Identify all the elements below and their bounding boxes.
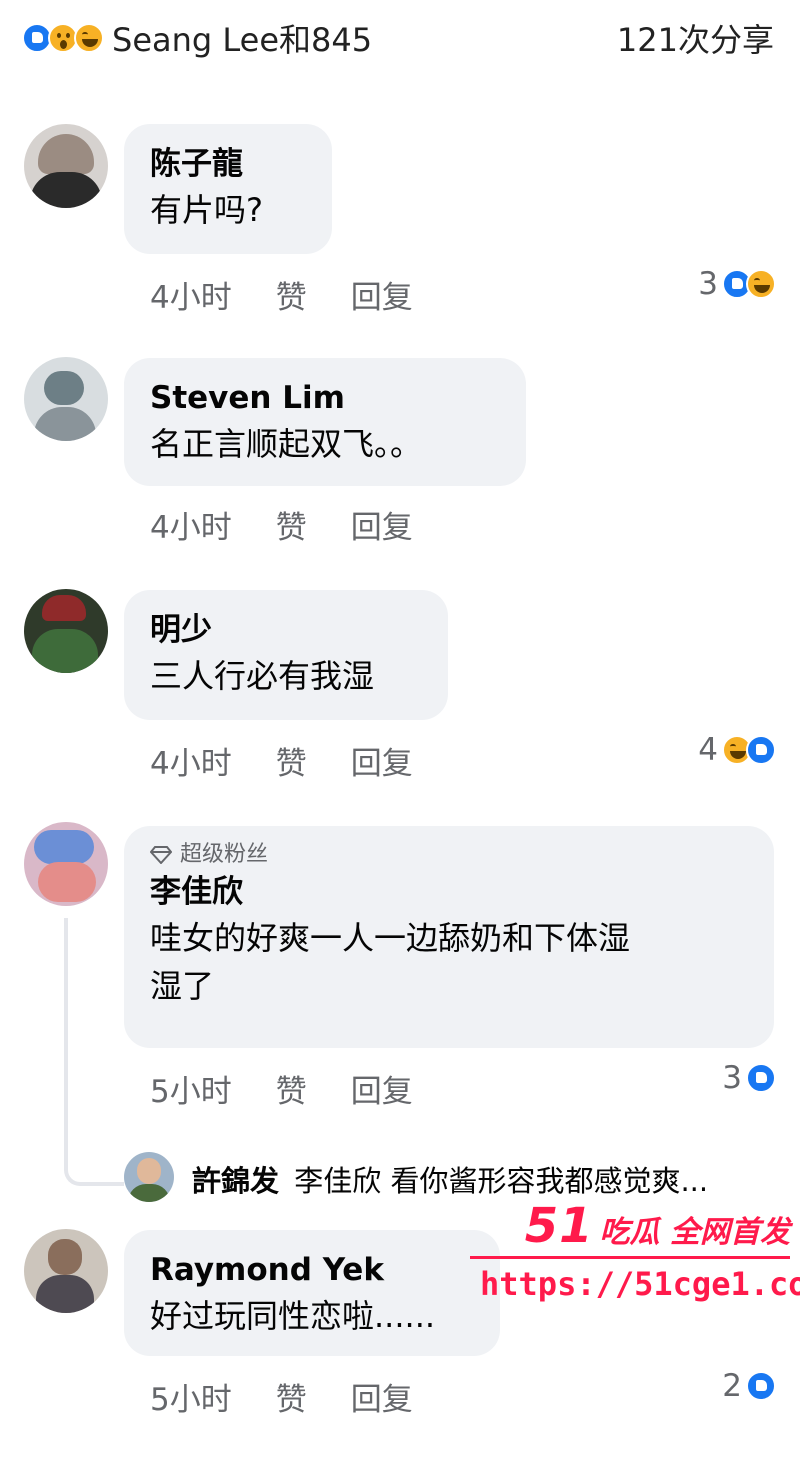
watermark-url: https://51cge1.com — [480, 1265, 800, 1303]
comment-author[interactable]: 明少 — [150, 608, 422, 652]
reaction-summary[interactable]: Seang Lee和845 — [22, 15, 372, 61]
reaction-count: 3 — [698, 266, 718, 302]
comment-bubble: Steven Lim 名正言顺起双飞。。 — [124, 358, 526, 486]
like-button[interactable]: 赞 — [276, 1374, 307, 1419]
comment-bubble: Raymond Yek 好过玩同性恋啦...... — [124, 1230, 500, 1356]
comment-time[interactable]: 4小时 — [150, 272, 232, 317]
comment-actions: 4小时 赞 回复 — [150, 738, 457, 783]
reply-button[interactable]: 回复 — [351, 272, 413, 317]
comment-time[interactable]: 5小时 — [150, 1066, 232, 1111]
like-button[interactable]: 赞 — [276, 502, 307, 547]
comment-text-line: 湿了 — [150, 967, 215, 1005]
comment-reactions[interactable]: 3 — [698, 266, 776, 302]
watermark-tagline: 吃瓜 全网首发 — [599, 1215, 790, 1250]
watermark-brand: 51 — [524, 1198, 594, 1254]
reply-thread-line — [64, 918, 124, 1186]
like-icon — [746, 1063, 776, 1093]
like-button[interactable]: 赞 — [276, 738, 307, 783]
comment-author[interactable]: 陈子龍 — [150, 142, 306, 186]
comment-actions: 5小时 赞 回复 — [150, 1066, 457, 1111]
comment-reactions[interactable]: 3 — [722, 1060, 776, 1096]
comment-actions: 4小时 赞 回复 — [150, 502, 457, 547]
comment-author[interactable]: 李佳欣 — [150, 870, 748, 914]
haha-icon — [74, 23, 104, 53]
avatar[interactable] — [24, 822, 108, 906]
like-button[interactable]: 赞 — [276, 272, 307, 317]
comment-bubble: 陈子龍 有片吗? — [124, 124, 332, 254]
avatar[interactable] — [24, 124, 108, 208]
avatar[interactable] — [24, 357, 108, 441]
reply-button[interactable]: 回复 — [351, 502, 413, 547]
watermark-line — [470, 1256, 790, 1259]
comment-actions: 4小时 赞 回复 — [150, 272, 457, 317]
reply-button[interactable]: 回复 — [351, 738, 413, 783]
top-fan-badge: 超级粉丝 — [150, 840, 748, 870]
avatar[interactable] — [24, 589, 108, 673]
diamond-icon — [150, 846, 172, 864]
reply-text: 李佳欣 看你酱形容我都感觉爽... — [294, 1164, 709, 1198]
watermark: 51 吃瓜 全网首发 https://51cge1.com — [470, 1198, 800, 1308]
comment-reactions[interactable]: 4 — [698, 732, 776, 768]
reaction-count: 4 — [698, 732, 718, 768]
reply-preview[interactable]: 許錦发 李佳欣 看你酱形容我都感觉爽... — [192, 1158, 708, 1200]
comment-text: 好过玩同性恋啦...... — [150, 1297, 436, 1335]
comment-time[interactable]: 5小时 — [150, 1374, 232, 1419]
comment-reactions[interactable]: 2 — [722, 1368, 776, 1404]
like-icon — [746, 1371, 776, 1401]
comment-bubble: 明少 三人行必有我湿 — [124, 590, 448, 720]
comment-text: 有片吗? — [150, 191, 263, 229]
comment-text: 名正言顺起双飞。。 — [150, 425, 423, 463]
reaction-count: 2 — [722, 1368, 742, 1404]
comment-bubble: 超级粉丝 李佳欣 哇女的好爽一人一边舔奶和下体湿 湿了 — [124, 826, 774, 1048]
comment-actions: 5小时 赞 回复 — [150, 1374, 457, 1419]
avatar[interactable] — [24, 1229, 108, 1313]
like-button[interactable]: 赞 — [276, 1066, 307, 1111]
comment-time[interactable]: 4小时 — [150, 738, 232, 783]
haha-icon — [746, 269, 776, 299]
comment-text-line: 哇女的好爽一人一边舔奶和下体湿 — [150, 919, 631, 957]
reaction-count: 3 — [722, 1060, 742, 1096]
reply-button[interactable]: 回复 — [351, 1374, 413, 1419]
comment-author[interactable]: Raymond Yek — [150, 1248, 474, 1292]
comment-time[interactable]: 4小时 — [150, 502, 232, 547]
comment-author[interactable]: Steven Lim — [150, 376, 500, 420]
reply-button[interactable]: 回复 — [351, 1066, 413, 1111]
reply-avatar[interactable] — [124, 1152, 174, 1202]
reply-author: 許錦发 — [192, 1164, 280, 1198]
reactors-text: Seang Lee和845 — [112, 21, 373, 59]
share-count[interactable]: 121次分享 — [617, 15, 774, 61]
badge-label: 超级粉丝 — [180, 842, 269, 867]
comment-text: 三人行必有我湿 — [150, 657, 375, 695]
like-icon — [746, 735, 776, 765]
